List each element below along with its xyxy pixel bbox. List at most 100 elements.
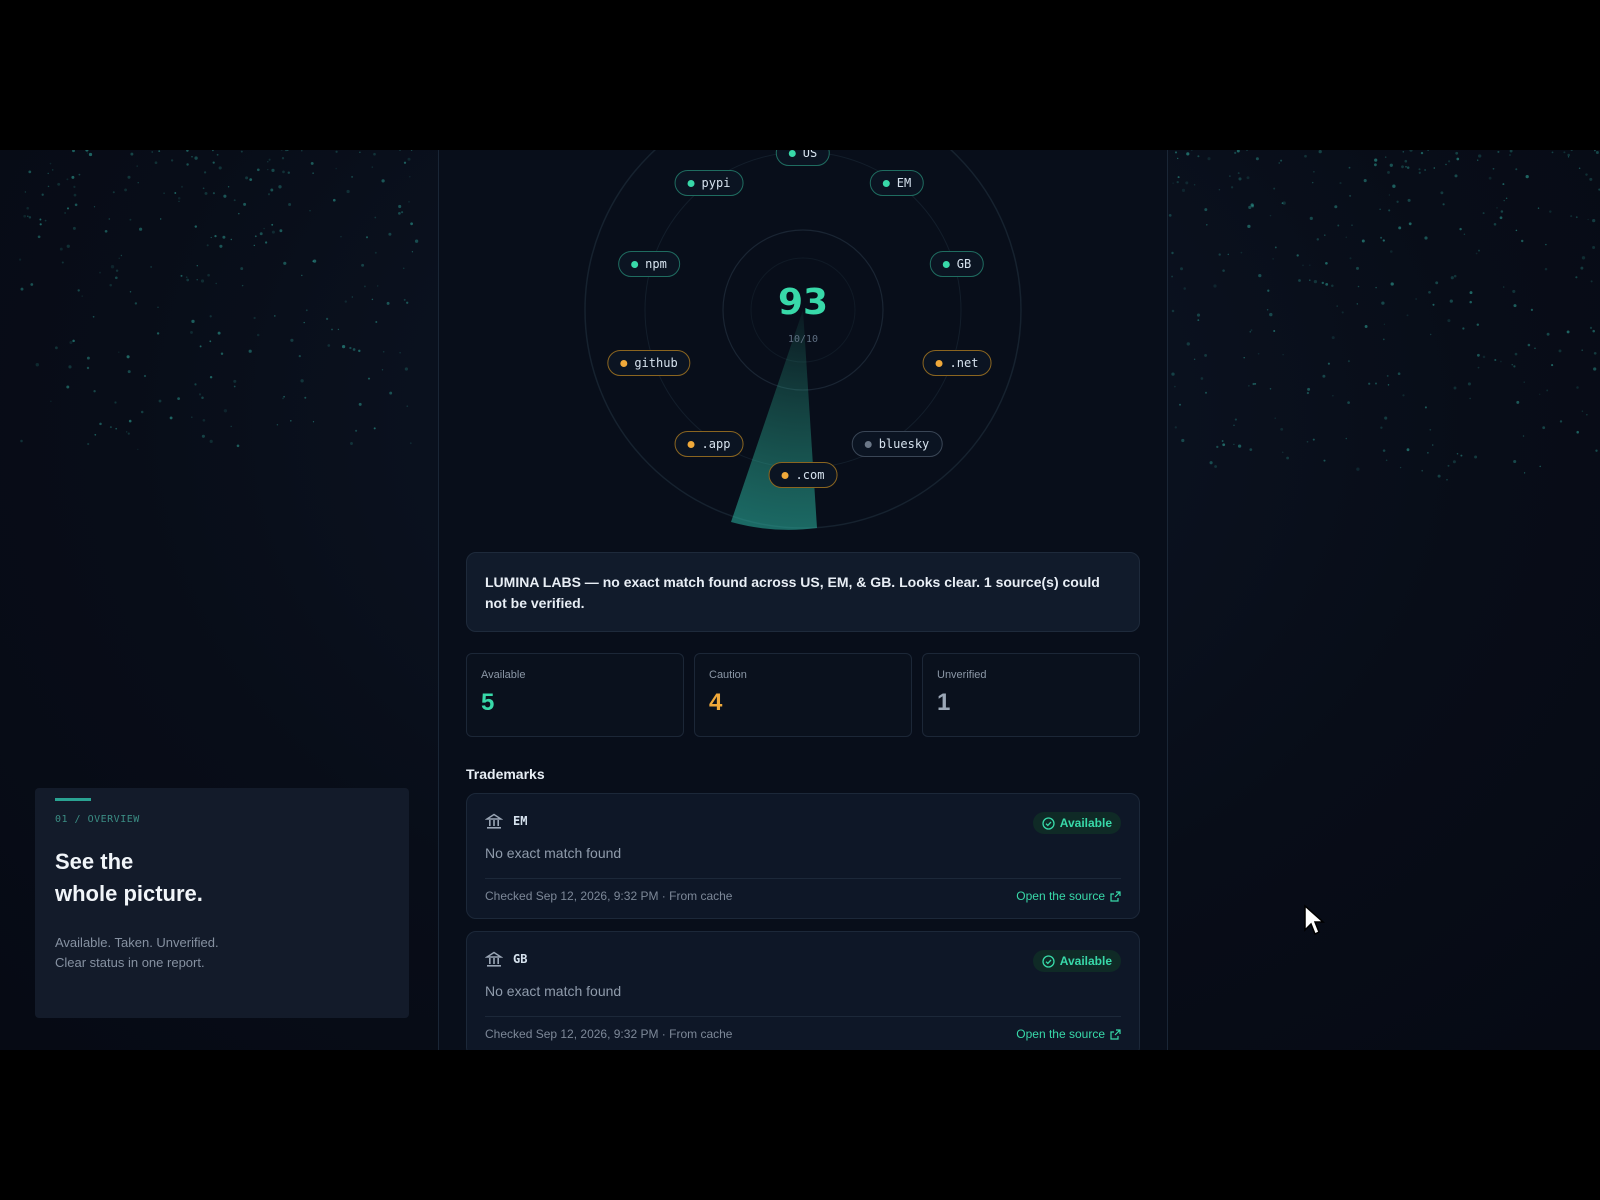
particle-dot bbox=[1581, 349, 1584, 352]
particle-dot bbox=[312, 172, 314, 174]
particle-dot bbox=[351, 175, 354, 178]
particle-dot bbox=[227, 186, 230, 188]
particle-dot bbox=[1437, 474, 1441, 478]
particle-dot bbox=[1415, 298, 1417, 300]
particle-dot bbox=[39, 218, 42, 221]
particle-dot bbox=[1442, 203, 1445, 206]
particle-dot bbox=[1397, 372, 1401, 376]
particle-dot bbox=[1282, 201, 1286, 205]
particle-dot bbox=[1214, 465, 1218, 468]
particle-dot bbox=[373, 152, 376, 156]
particle-dot bbox=[1478, 249, 1480, 252]
particle-dot bbox=[1302, 264, 1304, 267]
particle-dot bbox=[1513, 459, 1517, 464]
source-chip[interactable]: .net bbox=[922, 350, 992, 376]
particle-dot bbox=[1469, 300, 1472, 304]
particle-dot bbox=[1418, 171, 1421, 174]
checked-timestamp: Checked Sep 12, 2026, 9:32 PM · From cac… bbox=[485, 1027, 733, 1041]
particle-dot bbox=[1389, 250, 1393, 253]
availability-radar: 93 10/10 US pypi EM npm GB github .net .app blue… bbox=[439, 150, 1167, 540]
particle-dot bbox=[1171, 251, 1174, 255]
particle-dot bbox=[210, 236, 212, 239]
particle-dot bbox=[1238, 177, 1242, 181]
stat-value: 4 bbox=[709, 689, 723, 716]
particle-dot bbox=[94, 433, 97, 436]
summary-banner: LUMINA LABS — no exact match found acros… bbox=[466, 552, 1140, 632]
source-chip[interactable]: US bbox=[775, 150, 831, 166]
particle-dot bbox=[1429, 333, 1432, 336]
particle-dot bbox=[406, 405, 409, 408]
particle-dot bbox=[1248, 385, 1250, 387]
particle-dot bbox=[1209, 461, 1213, 465]
open-source-link[interactable]: Open the source bbox=[1016, 1027, 1121, 1041]
particle-dot bbox=[1193, 358, 1196, 361]
open-source-link-label[interactable]: Open the source bbox=[1016, 889, 1105, 903]
particle-dot bbox=[281, 150, 283, 151]
external-link-icon[interactable] bbox=[1110, 890, 1121, 902]
source-chip[interactable]: GB bbox=[929, 251, 985, 277]
source-chip[interactable]: npm bbox=[618, 251, 680, 277]
particle-dot bbox=[127, 432, 130, 435]
particle-dot bbox=[99, 271, 101, 274]
particle-dot bbox=[263, 227, 265, 230]
particle-dot bbox=[112, 191, 115, 194]
particle-dot bbox=[1551, 364, 1554, 367]
particle-dot bbox=[1309, 279, 1311, 281]
status-badge: Available bbox=[1032, 812, 1121, 834]
source-chip[interactable]: bluesky bbox=[851, 431, 943, 457]
particle-dot bbox=[202, 187, 205, 190]
particle-dot bbox=[1255, 157, 1259, 161]
particle-dot bbox=[245, 176, 249, 180]
source-chip[interactable]: .app bbox=[674, 431, 744, 457]
status-dot-icon bbox=[942, 260, 950, 268]
particle-dot bbox=[64, 212, 66, 214]
particle-dot bbox=[196, 265, 198, 267]
source-chip-label: .com bbox=[795, 468, 825, 482]
particle-dot bbox=[20, 439, 23, 443]
status-dot-icon bbox=[781, 471, 789, 479]
particle-dot bbox=[1514, 352, 1518, 356]
particle-dot bbox=[1499, 216, 1503, 220]
source-chip-label: EM bbox=[896, 176, 912, 190]
particle-dot bbox=[1386, 374, 1389, 377]
particle-dot bbox=[1382, 239, 1385, 242]
particle-dot bbox=[126, 431, 128, 433]
status-dot-icon bbox=[620, 359, 628, 367]
particle-dot bbox=[198, 393, 202, 396]
open-source-link-label[interactable]: Open the source bbox=[1016, 1027, 1105, 1041]
particle-dot bbox=[1566, 330, 1570, 334]
particle-dot bbox=[1171, 372, 1175, 376]
report-panel[interactable]: 93 10/10 US pypi EM npm GB github .net .app blue… bbox=[438, 150, 1168, 1050]
letterbox-top bbox=[0, 0, 1600, 150]
particle-dot bbox=[403, 267, 405, 269]
particle-dot bbox=[1356, 467, 1360, 471]
open-source-link[interactable]: Open the source bbox=[1016, 889, 1121, 903]
particle-dot bbox=[1252, 382, 1255, 386]
particle-dot bbox=[1222, 443, 1226, 447]
particle-dot bbox=[1545, 243, 1547, 246]
particle-dot bbox=[190, 330, 193, 334]
particle-dot bbox=[359, 151, 361, 153]
particle-dot bbox=[268, 158, 271, 161]
particle-dot bbox=[1246, 176, 1250, 180]
particle-dot bbox=[137, 448, 139, 451]
source-chip[interactable]: .com bbox=[768, 462, 838, 488]
overview-body-line-1: Available. Taken. Unverified. bbox=[55, 935, 219, 950]
particle-dot bbox=[1406, 314, 1409, 317]
particle-dot bbox=[209, 375, 213, 379]
particle-dot bbox=[1347, 360, 1350, 363]
particle-dot bbox=[212, 161, 215, 164]
source-chip[interactable]: pypi bbox=[674, 170, 744, 196]
particle-dot bbox=[1587, 218, 1589, 221]
particle-dot bbox=[196, 279, 198, 281]
particle-dot bbox=[358, 349, 361, 353]
particle-dot bbox=[1272, 258, 1274, 260]
external-link-icon[interactable] bbox=[1110, 1028, 1121, 1040]
particle-dot bbox=[1453, 386, 1457, 390]
source-chip[interactable]: github bbox=[607, 350, 691, 376]
stat-value: 5 bbox=[481, 689, 495, 716]
particle-dot bbox=[1593, 367, 1597, 371]
source-chip[interactable]: EM bbox=[869, 170, 925, 196]
particle-dot bbox=[218, 166, 222, 170]
particle-dot bbox=[1250, 329, 1253, 331]
